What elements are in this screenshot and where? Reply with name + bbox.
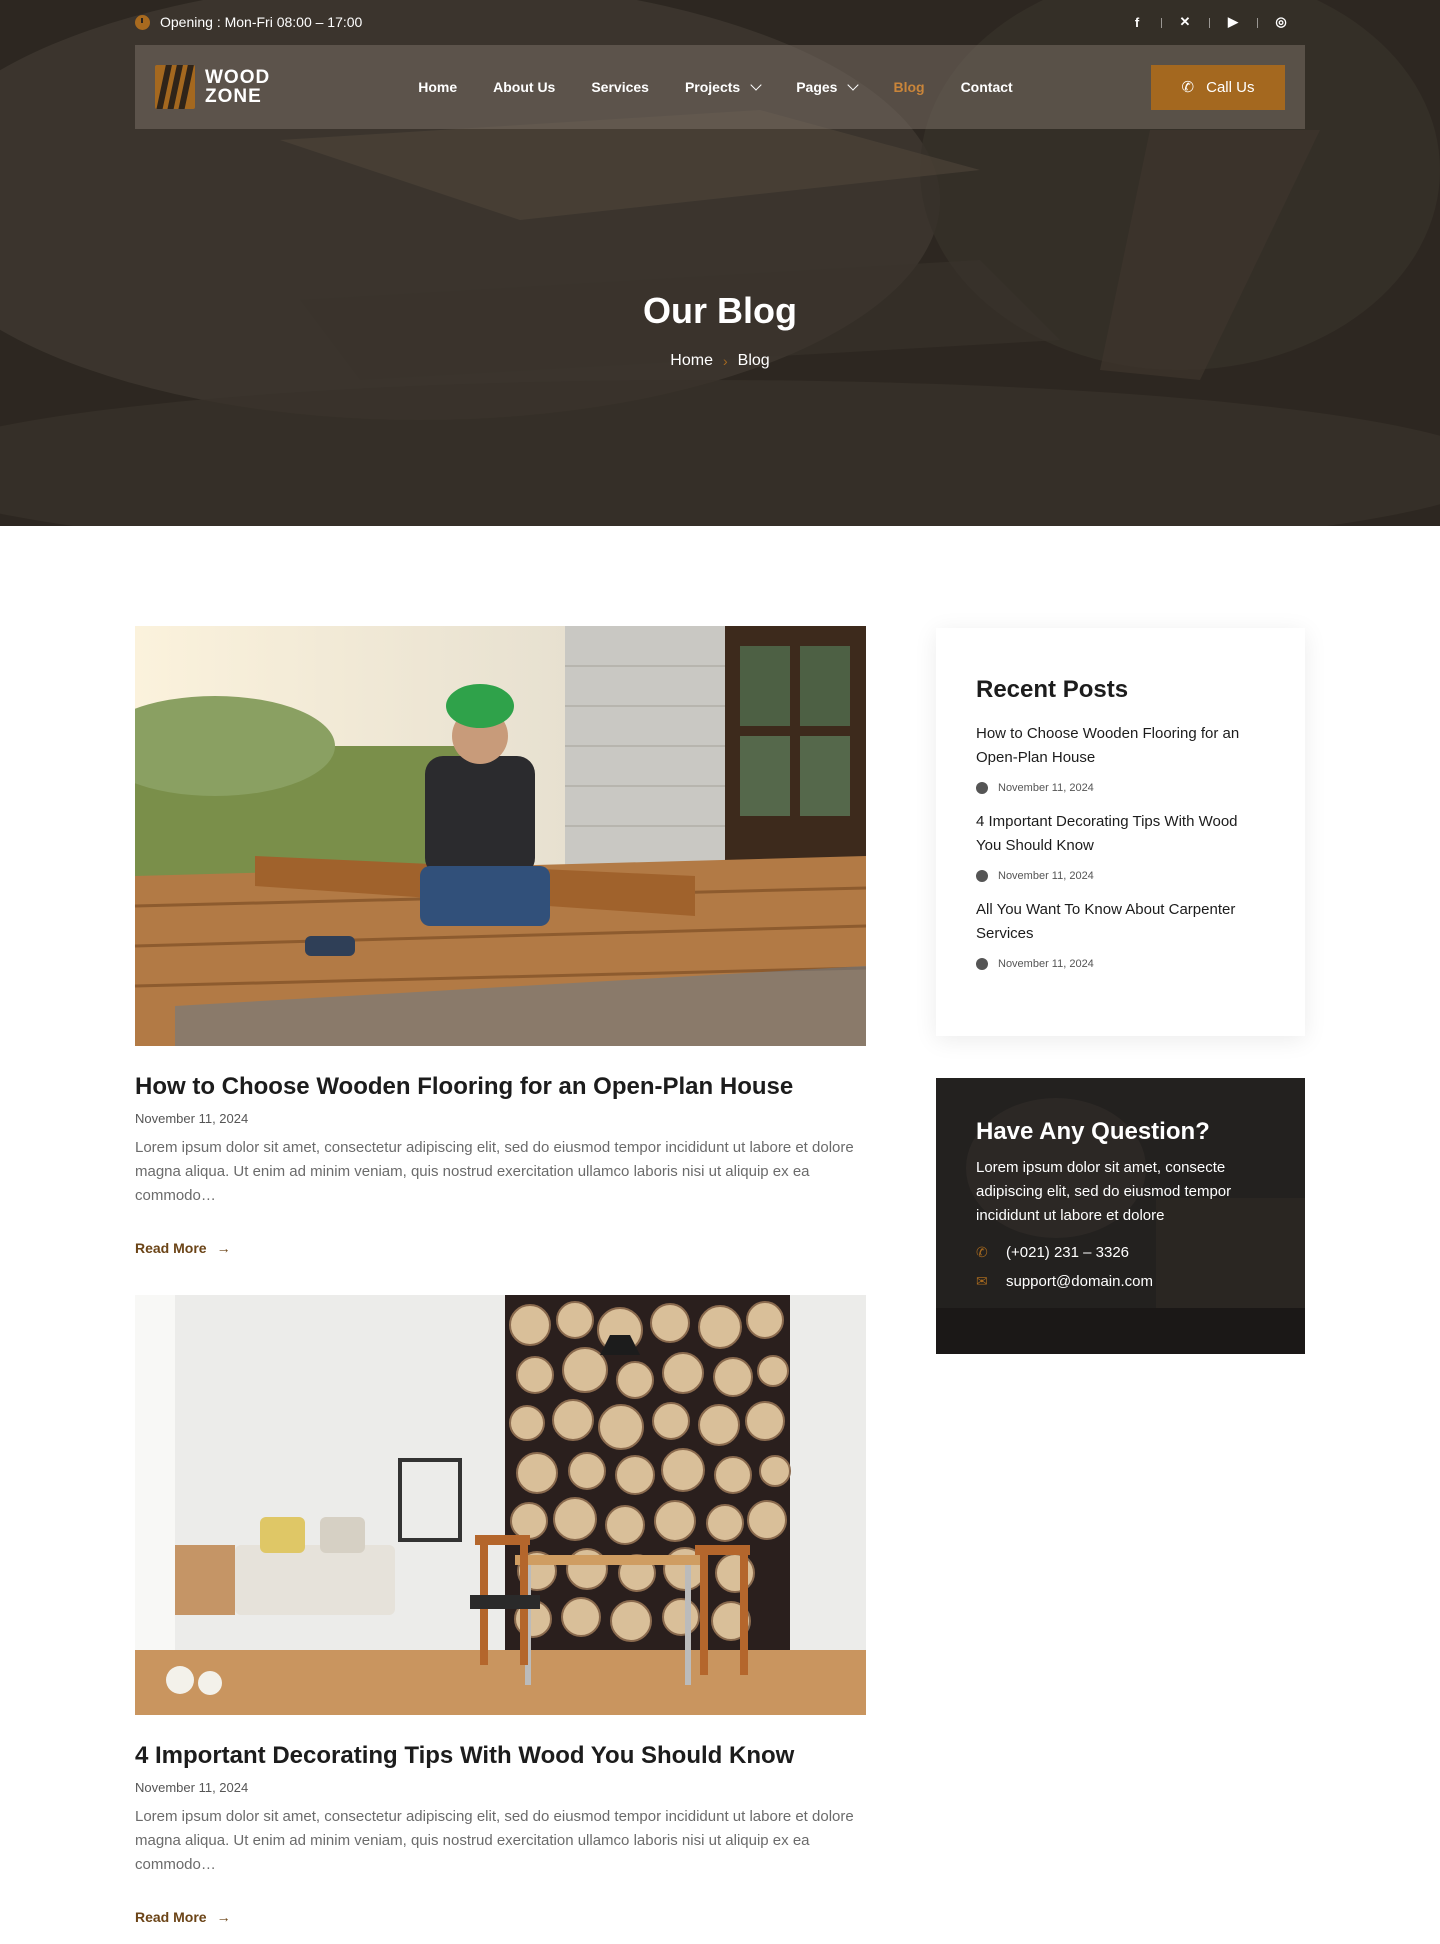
question-text: Lorem ipsum dolor sit amet, consecte adi… xyxy=(976,1159,1232,1224)
logo-text: WOOD ZONE xyxy=(205,68,270,106)
contact-email[interactable]: ✉ support@domain.com xyxy=(976,1273,1265,1290)
post-excerpt: Lorem ipsum dolor sit amet, consectetur … xyxy=(135,1808,854,1873)
call-us-label: Call Us xyxy=(1206,78,1255,96)
facebook-icon[interactable]: f xyxy=(1113,10,1161,34)
nav-item-services[interactable]: Services xyxy=(573,79,667,95)
arrow-right-icon: → xyxy=(216,1240,231,1256)
recent-post-date-text: November 11, 2024 xyxy=(998,782,1094,794)
top-bar: Opening : Mon-Fri 08:00 – 17:00 f ✕ ▶ ◎ xyxy=(135,10,1305,34)
logo-line-1: WOOD xyxy=(205,67,271,88)
post-image-flooring-graphic xyxy=(95,626,867,1046)
recent-post-title[interactable]: All You Want To Know About Carpenter Ser… xyxy=(976,901,1235,942)
post-date: November 11, 2024 xyxy=(135,1111,249,1126)
post-image-flooring[interactable] xyxy=(95,626,867,1050)
social-links: f ✕ ▶ ◎ xyxy=(1113,10,1305,34)
clock-icon xyxy=(976,870,988,882)
nav-item-blog[interactable]: Blog xyxy=(875,79,942,95)
hero-section: Opening : Mon-Fri 08:00 – 17:00 f ✕ ▶ ◎ … xyxy=(0,0,1440,526)
logo-icon xyxy=(155,65,195,109)
clock-icon xyxy=(135,14,150,30)
post-image-decorating-graphic xyxy=(135,1295,866,1715)
clock-icon xyxy=(976,782,988,794)
site-logo[interactable]: WOOD ZONE xyxy=(155,65,270,109)
nav-item-pages-label: Pages xyxy=(796,79,838,95)
chevron-down-icon xyxy=(847,78,860,91)
logo-line-2: ZONE xyxy=(205,86,262,107)
nav-item-pages[interactable]: Pages xyxy=(778,78,875,95)
clock-icon xyxy=(976,958,988,970)
breadcrumb-current: Blog xyxy=(737,352,770,369)
recent-posts-widget: Recent Posts How to Choose Wooden Floori… xyxy=(936,628,1305,1036)
breadcrumb-home[interactable]: Home xyxy=(670,352,713,370)
blog-post: How to Choose Wooden Flooring for an Ope… xyxy=(95,626,867,1258)
question-title: Have Any Question? xyxy=(976,1118,1210,1145)
recent-post-item: How to Choose Wooden Flooring for an Ope… xyxy=(976,722,1265,794)
nav-menu: Home About Us Services Projects Pages Bl… xyxy=(400,78,1031,95)
recent-post-date-text: November 11, 2024 xyxy=(998,870,1094,882)
x-icon[interactable]: ✕ xyxy=(1161,10,1209,34)
read-more-link[interactable]: Read More → xyxy=(135,1909,231,1925)
post-title[interactable]: 4 Important Decorating Tips With Wood Yo… xyxy=(135,1742,866,1770)
recent-post-title[interactable]: 4 Important Decorating Tips With Wood Yo… xyxy=(976,813,1238,854)
instagram-icon[interactable]: ◎ xyxy=(1257,10,1305,34)
recent-post-date: November 11, 2024 xyxy=(976,870,1265,882)
nav-item-projects[interactable]: Projects xyxy=(667,78,778,95)
phone-icon: ✆ xyxy=(1181,79,1195,96)
opening-hours: Opening : Mon-Fri 08:00 – 17:00 xyxy=(135,14,362,30)
recent-post-title[interactable]: How to Choose Wooden Flooring for an Ope… xyxy=(976,725,1239,766)
nav-item-projects-label: Projects xyxy=(684,79,741,95)
nav-item-contact[interactable]: Contact xyxy=(943,79,1031,95)
recent-post-date: November 11, 2024 xyxy=(976,782,1265,794)
contact-widget: Have Any Question? Lorem ipsum dolor sit… xyxy=(936,1078,1305,1354)
phone-icon: ✆ xyxy=(976,1244,988,1260)
opening-hours-text: Opening : Mon-Fri 08:00 – 17:00 xyxy=(160,14,363,30)
read-more-label: Read More xyxy=(135,1240,207,1256)
blog-post: 4 Important Decorating Tips With Wood Yo… xyxy=(135,1295,866,1927)
chevron-down-icon xyxy=(750,78,762,91)
post-excerpt: Lorem ipsum dolor sit amet, consectetur … xyxy=(135,1139,854,1204)
page-title: Our Blog xyxy=(643,290,797,331)
arrow-right-icon: → xyxy=(216,1909,231,1925)
read-more-label: Read More xyxy=(135,1909,207,1925)
contact-phone-text: (+021) 231 – 3326 xyxy=(1006,1244,1130,1261)
recent-post-date: November 11, 2024 xyxy=(976,958,1265,970)
breadcrumb: Home › Blog xyxy=(0,352,1440,370)
recent-posts-title: Recent Posts xyxy=(976,676,1129,703)
post-title[interactable]: How to Choose Wooden Flooring for an Ope… xyxy=(135,1073,866,1101)
call-us-button[interactable]: ✆ Call Us xyxy=(1151,64,1285,110)
recent-post-item: 4 Important Decorating Tips With Wood Yo… xyxy=(976,810,1265,882)
recent-post-date-text: November 11, 2024 xyxy=(998,958,1094,970)
recent-post-item: All You Want To Know About Carpenter Ser… xyxy=(976,898,1265,970)
post-date: November 11, 2024 xyxy=(135,1780,249,1795)
envelope-icon: ✉ xyxy=(976,1273,988,1289)
nav-item-about-us[interactable]: About Us xyxy=(475,79,573,95)
post-image-decorating[interactable] xyxy=(135,1295,866,1719)
youtube-icon[interactable]: ▶ xyxy=(1209,10,1257,34)
contact-phone[interactable]: ✆ (+021) 231 – 3326 xyxy=(976,1244,1265,1261)
chevron-right-icon: › xyxy=(722,353,728,369)
nav-item-home[interactable]: Home xyxy=(400,79,475,95)
read-more-link[interactable]: Read More → xyxy=(135,1240,231,1256)
contact-email-text: support@domain.com xyxy=(1006,1273,1153,1290)
main-navbar: WOOD ZONE Home About Us Services Project… xyxy=(135,45,1305,129)
contact-widget-content: Have Any Question? Lorem ipsum dolor sit… xyxy=(976,1118,1265,1290)
